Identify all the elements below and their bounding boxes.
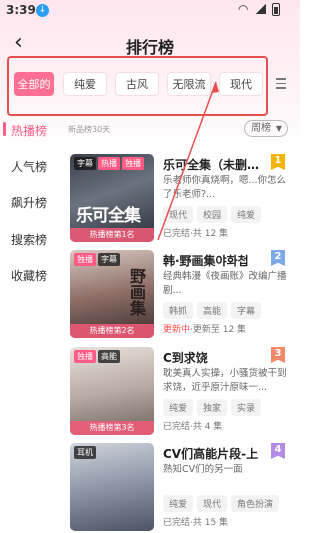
rank-badge: 1: [271, 154, 285, 170]
status-time: 3:39: [6, 3, 36, 17]
list-item[interactable]: 独播 高能 热播榜第3名 C到求饶 3 耽美真人实操，小骚货被干到求饶，近乎原汁…: [70, 347, 292, 437]
cover-image: 野画集 独播 字幕 热播榜第2名: [70, 250, 154, 338]
rank-badge: 4: [271, 443, 285, 459]
list-item[interactable]: 耳机 CV们高能片段-上 4 熟知CV们的另一面 纯爱 现代 角色扮演 已完结·…: [70, 443, 292, 533]
card-description: 经典韩漫《夜画账》改编广播剧...: [163, 271, 287, 296]
card-status-text: ·更新至 12 集: [190, 325, 247, 335]
tag: 实录: [231, 399, 262, 416]
card-status: 已完结·共 15 集: [163, 515, 228, 528]
card-status: 已完结·共 12 集: [163, 226, 228, 239]
tab-all[interactable]: 全部的: [14, 72, 54, 96]
rank-badge: 3: [271, 347, 285, 363]
sidebar-item-hot[interactable]: 热播榜: [11, 122, 47, 139]
cover-image: 耳机: [70, 443, 154, 531]
card-status-text: 已完结·共 4 集: [163, 422, 223, 432]
tag: 校园: [197, 206, 228, 223]
card-status: 已完结·共 4 集: [163, 419, 222, 432]
period-label: 周榜: [251, 123, 271, 134]
badge: 独播: [74, 253, 96, 266]
badge: 耳机: [74, 446, 96, 459]
sidebar-item-rising[interactable]: 飙升榜: [11, 194, 47, 211]
sidebar-item-search[interactable]: 搜索榜: [11, 231, 47, 248]
card-title: C到求饶: [163, 351, 208, 365]
tag: 字幕: [231, 302, 262, 319]
badge: 字幕: [98, 253, 120, 266]
tag: 现代: [163, 206, 194, 223]
chevron-down-icon: ▼: [275, 124, 282, 133]
card-description: 乐老师你真烧啊，嗯...你怎么了乐老师?...: [163, 175, 287, 200]
cover-rank-label: 热播榜第3名: [70, 421, 154, 435]
card-description: 耽美真人实操，小骚货被干到求饶，近乎原汁原味一...: [163, 368, 287, 393]
cover-title-text: 野画集: [127, 268, 146, 316]
title-bar: ‹ 排行榜: [0, 26, 300, 60]
tab-modern[interactable]: 现代: [219, 72, 263, 96]
card-status-text: 已完结·共 12 集: [163, 229, 229, 239]
card-title: 韩·野画集야화첩: [163, 254, 249, 268]
badge: 高能: [98, 350, 120, 363]
sidebar-item-popular[interactable]: 人气榜: [11, 158, 47, 175]
cover-title-text: 乐可全集: [76, 206, 141, 226]
tag: 角色扮演: [231, 495, 280, 512]
card-description: 熟知CV们的另一面: [163, 464, 243, 475]
cover-image: 乐可全集 字幕 热播 独播 热播榜第1名: [70, 154, 154, 242]
cover-rank-label: 热播榜第1名: [70, 228, 154, 242]
subbar-note: 新品榜30天: [68, 125, 111, 134]
page-title: 排行榜: [125, 38, 174, 57]
card-title: CV们高能片段-上: [163, 447, 259, 461]
badge: 独播: [74, 350, 96, 363]
badge: 热播: [98, 157, 120, 170]
list-item[interactable]: 乐可全集 字幕 热播 独播 热播榜第1名 乐可全集（未删… 1 乐老师你真烧啊，…: [70, 154, 292, 244]
tag: 高能: [197, 302, 228, 319]
rank-badge: 2: [271, 250, 285, 266]
signal-icon: [256, 4, 266, 14]
tag: 纯爱: [163, 495, 194, 512]
wifi-icon: ◠: [238, 2, 249, 16]
sidebar-active-indicator: [3, 122, 6, 136]
update-status: 更新中: [163, 325, 191, 335]
tag: 纯爱: [231, 206, 262, 223]
card-status-text: 已完结·共 15 集: [163, 518, 229, 528]
badge: 字幕: [74, 157, 96, 170]
period-dropdown[interactable]: 周榜 ▼: [244, 120, 288, 137]
tag: 独家: [197, 399, 228, 416]
tab-infinite[interactable]: 无限流: [167, 72, 211, 96]
tag: 纯爱: [163, 399, 194, 416]
status-bar: 3:39 ↓ ◠: [0, 0, 300, 22]
tab-pure-love[interactable]: 纯爱: [63, 72, 107, 96]
battery-icon: [272, 3, 280, 16]
cover-rank-label: 热播榜第2名: [70, 324, 154, 338]
tag: 韩抓: [163, 302, 194, 319]
download-icon: ↓: [36, 4, 49, 17]
list-item[interactable]: 野画集 独播 字幕 热播榜第2名 韩·野画集야화첩 2 经典韩漫《夜画账》改编广…: [70, 250, 292, 340]
menu-icon[interactable]: [276, 78, 286, 89]
sidebar-item-favorite[interactable]: 收藏榜: [11, 267, 47, 284]
tag: 现代: [197, 495, 228, 512]
card-status: 更新中·更新至 12 集: [163, 322, 246, 335]
badge: 独播: [122, 157, 144, 170]
tab-ancient[interactable]: 古风: [115, 72, 159, 96]
cover-image: 独播 高能 热播榜第3名: [70, 347, 154, 435]
card-title: 乐可全集（未删…: [163, 158, 260, 172]
